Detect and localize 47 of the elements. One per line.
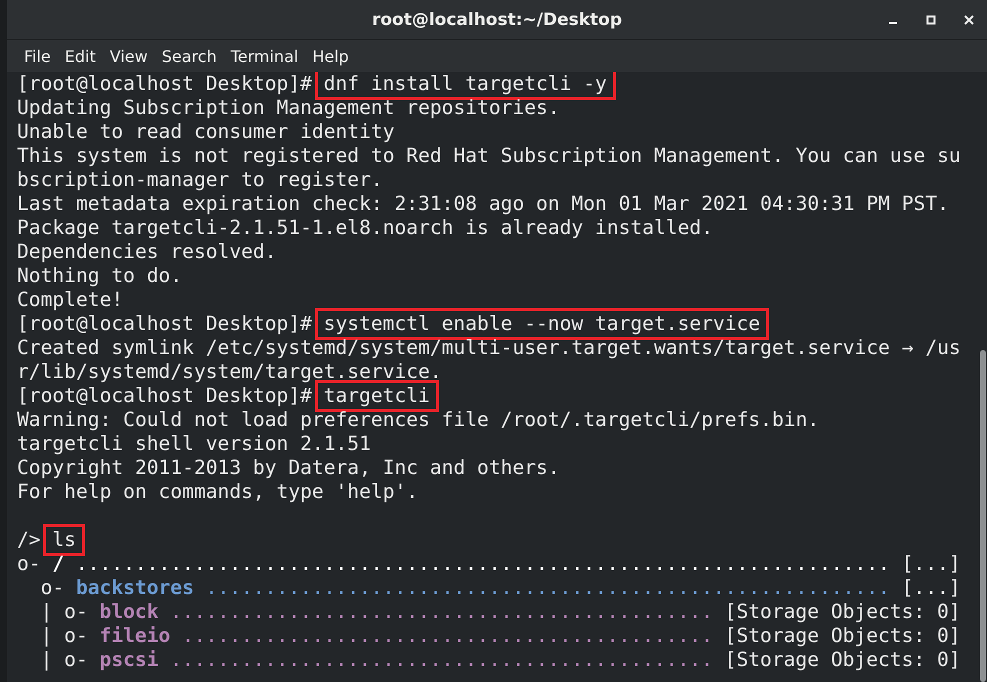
window-title: root@localhost:~/Desktop: [372, 10, 622, 30]
shell-prompt: [root@localhost Desktop]#: [17, 72, 312, 96]
menu-item[interactable]: File: [17, 46, 58, 66]
menu-item[interactable]: Edit: [58, 46, 103, 66]
output-line: Copyright 2011-2013 by Datera, Inc and others.: [17, 456, 560, 480]
output-line: Package targetcli-2.1.51-1.el8.noarch is already installed.: [17, 216, 713, 240]
tree-node-name: block: [100, 600, 159, 624]
output-line: bscription-manager to register.: [17, 168, 383, 192]
shell-prompt: />: [17, 528, 41, 552]
scrollbar-thumb[interactable]: [980, 350, 986, 682]
node-summary: [Storage Objects: 0]: [724, 648, 961, 672]
close-icon[interactable]: [964, 15, 974, 25]
output-line: Last metadata expiration check: 2:31:08 ago on Mon 01 Mar 2021 04:30:31 PM PST.: [17, 192, 949, 216]
tree-branch: | o-: [40, 648, 88, 672]
tree-node-name: fileio: [100, 624, 170, 648]
dot-leader: ..............................................: [170, 600, 713, 624]
tree-node-name: pscsi: [100, 648, 159, 672]
dot-leader: ..........................................................: [206, 576, 890, 600]
command-text: ls: [43, 524, 85, 556]
menu-item[interactable]: Terminal: [224, 46, 306, 66]
output-line: targetcli shell version 2.1.51: [17, 432, 371, 456]
menu-item[interactable]: View: [102, 46, 155, 66]
menu-item[interactable]: Help: [305, 46, 356, 66]
output-line: For help on commands, type 'help'.: [17, 480, 418, 504]
node-summary: [...]: [902, 576, 961, 600]
shell-prompt: [root@localhost Desktop]#: [17, 312, 312, 336]
shell-prompt: [root@localhost Desktop]#: [17, 384, 312, 408]
command-text: dnf install targetcli -y: [314, 72, 616, 100]
output-line: Nothing to do.: [17, 264, 182, 288]
tree-branch: o-: [17, 552, 41, 576]
dot-leader: .............................................: [182, 624, 713, 648]
output-line: Dependencies resolved.: [17, 240, 277, 264]
dot-leader: ..............................................: [170, 648, 713, 672]
maximize-icon[interactable]: [926, 15, 936, 25]
tree-branch: | o-: [40, 600, 88, 624]
output-line: This system is not registered to Red Hat Subscription Management. You can use su: [17, 144, 961, 168]
output-line: Unable to read consumer identity: [17, 120, 394, 144]
node-summary: [Storage Objects: 0]: [724, 624, 961, 648]
node-summary: [...]: [902, 552, 961, 576]
tree-branch: | o-: [40, 624, 88, 648]
node-summary: [Storage Objects: 0]: [724, 600, 961, 624]
tree-node-name: backstores: [76, 576, 194, 600]
command-text: targetcli: [314, 380, 439, 412]
menu-item[interactable]: Search: [154, 46, 224, 66]
command-text: systemctl enable --now target.service: [314, 308, 770, 340]
tree-branch: o-: [40, 576, 64, 600]
output-line: Complete!: [17, 288, 124, 312]
